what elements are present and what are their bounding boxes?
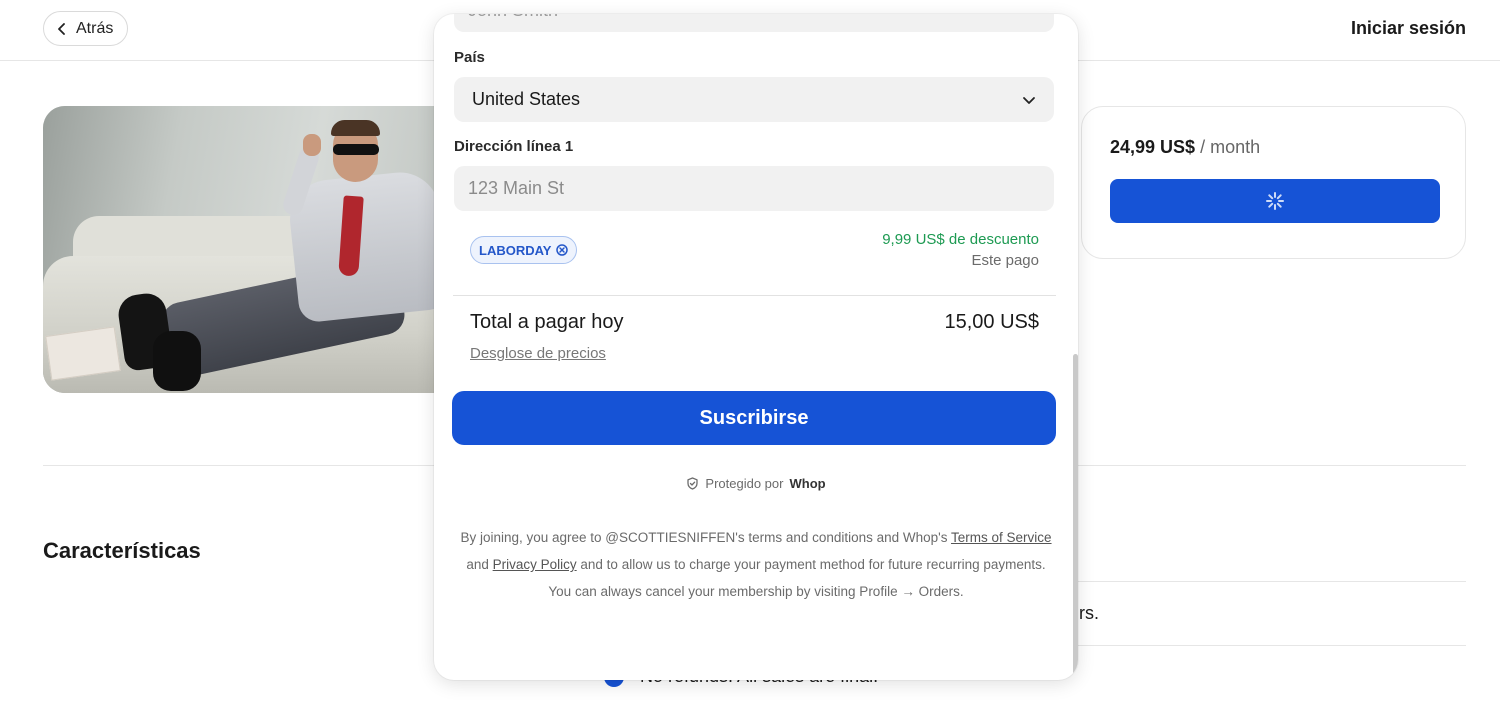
- terms-part-1: By joining, you agree to @SCOTTIESNIFFEN…: [460, 530, 952, 545]
- country-select[interactable]: United States: [454, 77, 1054, 122]
- feature-divider: [1078, 645, 1466, 646]
- privacy-policy-link[interactable]: Privacy Policy: [493, 557, 577, 572]
- protected-prefix: Protegido por: [705, 476, 784, 491]
- feature-divider: [1078, 581, 1466, 582]
- coupon-code: LABORDAY: [479, 242, 552, 258]
- total-value: 15,00 US$: [944, 311, 1039, 333]
- shield-check-icon: [687, 477, 699, 490]
- terms-text: By joining, you agree to @SCOTTIESNIFFEN…: [454, 524, 1058, 605]
- features-title: Características: [43, 538, 201, 563]
- remove-coupon-icon[interactable]: [556, 244, 569, 256]
- join-button-loading[interactable]: [1110, 179, 1440, 223]
- feature-item-1-text: rs.: [1079, 603, 1099, 623]
- country-value: United States: [472, 89, 581, 109]
- discount-amount: 9,99 US$ de descuento: [882, 231, 1039, 248]
- total-label: Total a pagar hoy: [470, 311, 624, 333]
- name-field[interactable]: John Smith: [454, 14, 1054, 32]
- protected-brand: Whop: [789, 476, 826, 491]
- coupon-badge[interactable]: LABORDAY: [470, 236, 578, 264]
- price-breakdown-link[interactable]: Desglose de precios: [470, 345, 606, 362]
- back-button[interactable]: Atrás: [43, 11, 129, 46]
- price-line: 24,99 US$ / month: [1110, 137, 1260, 158]
- terms-part-2: and: [466, 557, 493, 572]
- country-label: País: [454, 49, 485, 66]
- discount-scope: Este pago: [971, 252, 1039, 269]
- pricing-card: 24,99 US$ / month: [1081, 106, 1466, 259]
- back-label: Atrás: [76, 19, 114, 37]
- protected-by: Protegido por Whop: [434, 476, 1078, 491]
- terms-of-service-link[interactable]: Terms of Service: [951, 530, 1052, 545]
- address-label: Dirección línea 1: [454, 138, 574, 155]
- summary-divider: [453, 295, 1056, 296]
- modal-scrollbar[interactable]: [1073, 354, 1078, 680]
- subscribe-button[interactable]: Suscribirse: [452, 391, 1056, 445]
- chevron-down-icon: [1023, 96, 1035, 104]
- discount-info: 9,99 US$ de descuento Este pago: [882, 231, 1039, 269]
- terms-part-3: and to allow us to charge your payment m…: [548, 557, 1046, 599]
- checkout-modal: John Smith País United States Dirección …: [434, 14, 1078, 680]
- chevron-left-icon: [58, 22, 65, 35]
- address-line1-input[interactable]: [454, 166, 1054, 211]
- loading-spinner-icon: [1266, 192, 1284, 210]
- price-amount: 24,99 US$: [1110, 137, 1196, 157]
- price-period: / month: [1200, 137, 1261, 157]
- login-link[interactable]: Iniciar sesión: [1351, 18, 1466, 39]
- product-hero-image: [43, 106, 463, 393]
